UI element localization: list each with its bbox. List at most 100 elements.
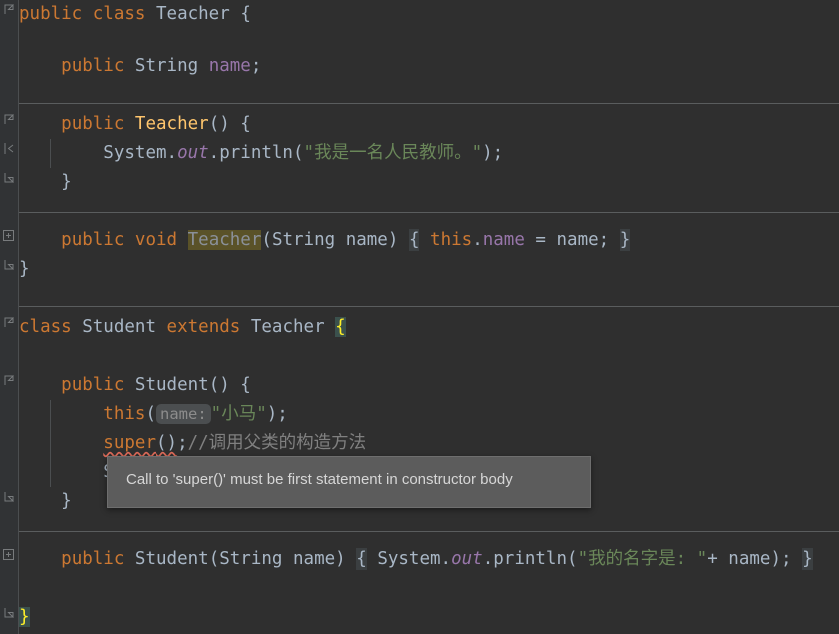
code-line[interactable]: public String name; — [19, 52, 261, 81]
code-token: "我的名字是: " — [577, 549, 708, 569]
code-token: Teacher — [134, 114, 209, 134]
code-token: "我是一名人民教师。" — [303, 143, 483, 163]
code-line[interactable]: public Teacher() { — [19, 110, 251, 139]
code-token: println — [219, 143, 293, 163]
code-token: String — [219, 549, 283, 569]
fold-collapse-icon[interactable] — [3, 259, 14, 270]
error-tooltip: Call to 'super()' must be first statemen… — [107, 456, 591, 508]
fold-collapse-icon[interactable] — [3, 607, 14, 618]
code-token: . — [208, 143, 220, 163]
code-token: ( — [292, 143, 304, 163]
code-token: () { — [208, 375, 251, 395]
code-token: ; — [250, 56, 262, 76]
code-token: + — [707, 549, 729, 569]
code-token: ( — [261, 230, 272, 250]
code-token: public — [61, 375, 125, 395]
code-token: extends — [166, 317, 241, 337]
code-token: } — [19, 259, 30, 279]
fold-expand-icon[interactable] — [3, 230, 14, 241]
code-token: () { — [208, 114, 251, 134]
code-token: public — [61, 114, 125, 134]
code-token: String — [271, 230, 336, 250]
code-token: ( — [145, 404, 156, 424]
code-line[interactable]: super();//调用父类的构造方法 — [19, 429, 366, 458]
code-line[interactable]: public Student(String name) { System.out… — [19, 545, 813, 574]
code-token: Teacher — [250, 317, 325, 337]
fold-collapse-icon[interactable] — [3, 375, 14, 386]
code-line[interactable]: } — [19, 255, 30, 284]
code-editor[interactable]: public class Teacher { public String nam… — [0, 0, 839, 634]
code-token: } — [19, 172, 72, 192]
code-token: { — [335, 317, 346, 337]
code-token: String — [134, 56, 199, 76]
code-line[interactable]: System.out.println("我是一名人民教师。"); — [19, 139, 503, 168]
fold-collapse-icon[interactable] — [3, 491, 14, 502]
code-token: class — [19, 317, 72, 337]
code-line[interactable]: class Student extends Teacher { — [19, 313, 346, 342]
code-token: Teacher — [187, 230, 262, 250]
code-token: out — [451, 549, 483, 569]
code-token: . — [482, 549, 494, 569]
fold-collapse-icon[interactable] — [3, 4, 14, 15]
code-token: () — [155, 433, 178, 453]
fold-collapse-icon[interactable] — [3, 114, 14, 125]
code-token: //调用父类的构造方法 — [187, 433, 367, 453]
code-token: name — [482, 230, 525, 250]
code-token: . — [472, 230, 483, 250]
code-token: . — [440, 549, 452, 569]
code-token: public — [61, 230, 125, 250]
code-line[interactable]: public void Teacher(String name) { this.… — [19, 226, 631, 255]
code-token: class — [92, 4, 146, 24]
code-token: } — [19, 491, 72, 511]
code-token: this — [103, 404, 146, 424]
code-line[interactable]: public Student() { — [19, 371, 251, 400]
fold-collapse-icon[interactable] — [3, 317, 14, 328]
code-token: ; — [598, 230, 620, 250]
code-token: name — [556, 230, 599, 250]
code-token: . — [166, 143, 178, 163]
code-token: ( — [208, 549, 220, 569]
fold-expand-icon[interactable] — [3, 549, 14, 560]
code-token: out — [177, 143, 209, 163]
code-token: public — [61, 549, 125, 569]
code-token: { — [240, 4, 251, 24]
code-token: "小马" — [210, 404, 267, 424]
code-line[interactable]: this(name: "小马"); — [19, 400, 288, 429]
code-token: super — [103, 433, 156, 453]
code-line[interactable]: public class Teacher { — [19, 0, 251, 29]
code-token: = — [524, 230, 557, 250]
code-token: ); — [266, 404, 288, 424]
code-token: this — [430, 230, 473, 250]
code-token: { — [356, 548, 367, 570]
code-token: Student — [134, 549, 209, 569]
code-lines[interactable]: public class Teacher { public String nam… — [19, 0, 839, 634]
code-token: name — [293, 549, 336, 569]
code-token: System — [377, 549, 441, 569]
code-line[interactable]: } — [19, 487, 72, 516]
code-line[interactable]: } — [19, 168, 72, 197]
fold-collapse-icon[interactable] — [3, 172, 14, 183]
code-token: } — [19, 607, 30, 627]
code-token: ); — [482, 143, 504, 163]
code-token: println — [493, 549, 568, 569]
code-token: } — [802, 548, 813, 570]
error-tooltip-message: Call to 'super()' must be first statemen… — [126, 471, 513, 488]
code-token: public — [61, 56, 125, 76]
code-line[interactable]: } — [19, 603, 30, 632]
code-token: Student — [134, 375, 209, 395]
fold-collapse-icon[interactable] — [3, 143, 14, 154]
